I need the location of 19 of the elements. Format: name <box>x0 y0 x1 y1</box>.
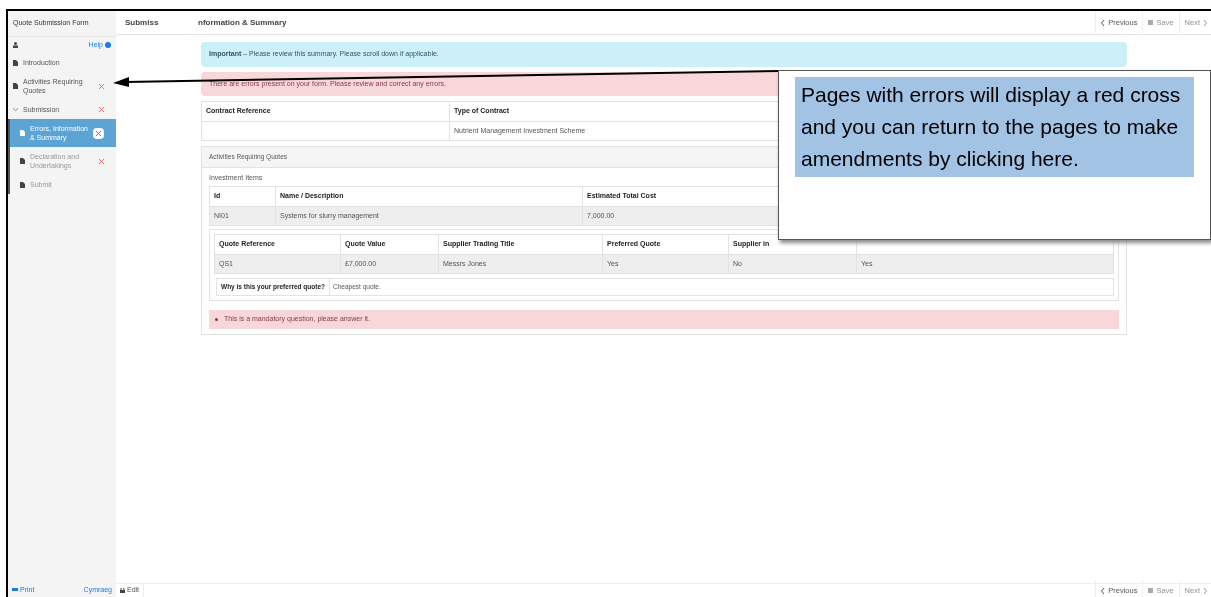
chevron-left-icon <box>1101 19 1106 26</box>
chevron-right-icon <box>1203 587 1207 594</box>
user-icon <box>13 41 18 48</box>
page-icon <box>13 59 18 66</box>
page-icon <box>13 83 18 89</box>
lock-icon <box>120 588 125 593</box>
help-icon <box>105 41 111 48</box>
page-icon <box>20 130 25 136</box>
page-title: nformation & Summary <box>198 16 287 29</box>
save-icon <box>1148 20 1154 25</box>
callout-text: Pages with errors will display a red cross and you can return to the pages to make amendments by clicking here. <box>795 77 1194 177</box>
bullet-icon <box>215 317 218 321</box>
page-icon <box>20 181 25 188</box>
printer-icon <box>12 587 18 593</box>
page-title: Submiss <box>125 16 160 29</box>
chevron-left-icon <box>1101 587 1106 594</box>
save-icon <box>1148 588 1154 593</box>
page-icon <box>20 158 25 164</box>
chevron-right-icon <box>1203 19 1207 26</box>
